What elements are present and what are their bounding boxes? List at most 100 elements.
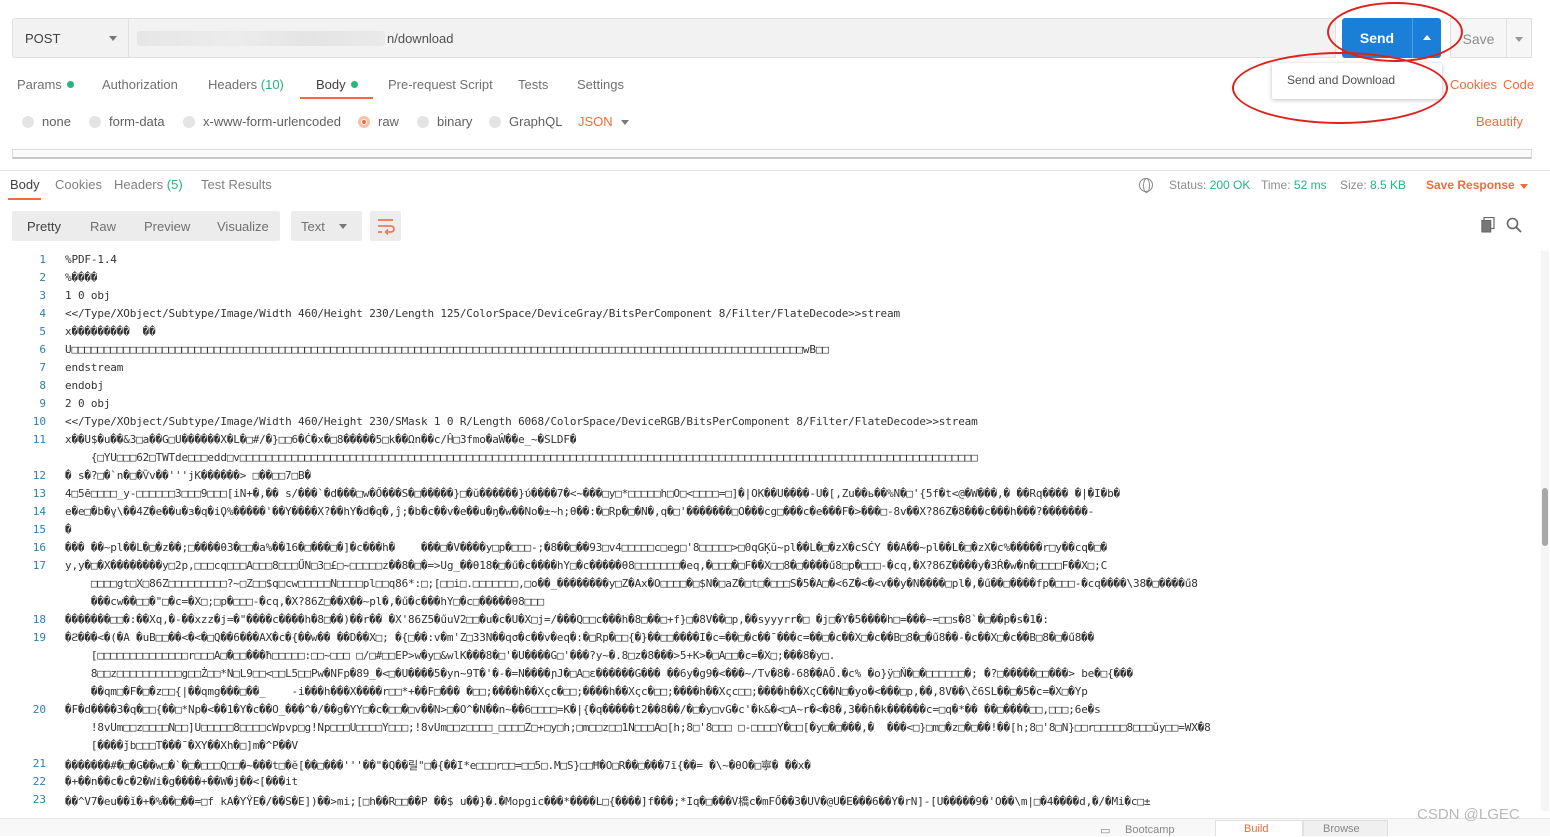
copy-icon[interactable] xyxy=(1481,217,1495,233)
code-line: 8□□z□□□□□□□□□□g□□Ż□□*N□L9□□<□□L5□□Pw�NFp… xyxy=(65,667,1133,680)
response-tab-headers[interactable]: Headers (5) xyxy=(114,177,183,192)
wrap-lines-button[interactable] xyxy=(370,211,401,241)
code-line: endstream xyxy=(65,361,124,374)
radio-binary[interactable]: binary xyxy=(417,114,472,129)
line-number: 15 xyxy=(32,523,46,536)
line-number: 6 xyxy=(39,343,46,356)
code-line: {□YU□□□62□TWTde□□□edd□v□□□□□□□□□□□□□□□□□… xyxy=(65,451,978,464)
tab-pre-request-script[interactable]: Pre-request Script xyxy=(388,77,493,92)
response-body-code[interactable]: 1 %PDF-1.4 2 %���� 3 1 0 obj 4 <</Type/XObject/… xyxy=(0,251,1532,811)
line-number: 13 xyxy=(32,487,46,500)
method-select[interactable]: POST xyxy=(12,18,128,58)
radio-label: binary xyxy=(437,114,473,129)
view-preview-button[interactable]: Preview xyxy=(144,219,190,234)
radio-none[interactable]: none xyxy=(22,114,71,129)
send-options-button[interactable] xyxy=(1412,18,1441,58)
code-line: �F�d����3�q�□□{��□*Np�<��1�Y�c��O_���^�/… xyxy=(65,703,1101,716)
globe-icon[interactable] xyxy=(1139,178,1153,193)
build-tab[interactable]: Build xyxy=(1215,820,1303,836)
radio-label: form-data xyxy=(109,114,165,129)
response-tab-body[interactable]: Body xyxy=(10,177,40,192)
response-tab-cookies[interactable]: Cookies xyxy=(55,177,102,192)
code-line: ��^V7�eu��ĭ�+�%��□��=□f kA�YŸE�/��S�E])�… xyxy=(65,795,1151,808)
view-visualize-button[interactable]: Visualize xyxy=(217,219,269,234)
tab-params[interactable]: Params xyxy=(17,77,74,92)
code-line: �ϩ���<�(�A �uB□□��<�<�□Q��6���AX�c�{��w�… xyxy=(65,631,1095,644)
browse-tab[interactable]: Browse xyxy=(1303,820,1388,836)
status-label: Status: xyxy=(1169,178,1207,192)
code-line: � s�?□�`n�□�Ѷv��'''jK������> □��□□7□B� xyxy=(65,469,311,482)
radio-raw[interactable]: raw xyxy=(358,114,399,129)
code-line: <</Type/XObject/Subtype/Image/Width 460/… xyxy=(65,415,978,428)
code-line: e�e□�b�̥v\��4Z�e��u�з�q�iϘ%�����'��Y����… xyxy=(65,505,1095,518)
radio-form-data[interactable]: form-data xyxy=(89,114,165,129)
tab-label: Body xyxy=(316,77,346,92)
size-label: Size: xyxy=(1340,178,1367,192)
code-line: %PDF-1.4 xyxy=(65,253,117,266)
redacted-url-part xyxy=(137,31,385,46)
line-number: 16 xyxy=(32,541,46,554)
panel-divider[interactable] xyxy=(0,170,1550,171)
tab-body[interactable]: Body xyxy=(316,77,358,92)
line-number: 4 xyxy=(39,307,46,320)
code-line: □□□□gt□X□86Z□□□□□□□□□?~□Z□□$q□cw□□□□□N□□… xyxy=(65,577,1198,590)
active-tab-indicator xyxy=(8,198,41,200)
radio-circle-icon xyxy=(183,116,195,128)
request-body-editor[interactable] xyxy=(12,149,1532,159)
wrap-lines-icon xyxy=(378,219,395,235)
send-button[interactable]: Send xyxy=(1342,18,1412,58)
view-raw-button[interactable]: Raw xyxy=(90,219,116,234)
cookies-link[interactable]: Cookies xyxy=(1450,77,1497,92)
tab-count: (5) xyxy=(166,177,183,192)
code-line: endobj xyxy=(65,379,104,392)
active-dot-icon xyxy=(66,81,74,88)
code-line: x��U$�u��&3□a��G□U������X�L�□#/�}□□6�Ć�x… xyxy=(65,433,577,446)
code-line: ���cw��□□�"□�c=�X□;□p�□□□-�cq,�X?86Z□��X… xyxy=(65,595,544,608)
search-icon[interactable] xyxy=(1506,217,1522,233)
radio-circle-icon xyxy=(417,116,429,128)
url-text: n/download xyxy=(387,31,454,46)
tab-tests[interactable]: Tests xyxy=(518,77,548,92)
response-format-select[interactable]: Text xyxy=(291,211,362,241)
save-response-button[interactable]: Save Response xyxy=(1426,178,1515,192)
raw-format-select[interactable]: JSON xyxy=(578,114,613,129)
code-line: � xyxy=(65,523,72,536)
bootcamp-link[interactable]: Bootcamp xyxy=(1125,824,1175,836)
request-bar: POST n/download Send Save xyxy=(12,18,1532,58)
line-number: 1 xyxy=(39,253,46,266)
scrollbar-thumb[interactable] xyxy=(1542,488,1548,546)
url-input[interactable]: n/download xyxy=(128,18,1336,58)
chevron-down-icon xyxy=(109,36,117,41)
radio-x-www-form-urlencoded[interactable]: x-www-form-urlencoded xyxy=(183,114,341,129)
chevron-down-icon xyxy=(1515,37,1523,42)
view-pretty-button[interactable]: Pretty xyxy=(27,219,61,234)
beautify-link[interactable]: Beautify xyxy=(1476,114,1523,129)
view-mode-group: Pretty Raw Preview Visualize xyxy=(12,211,280,241)
active-dot-icon xyxy=(350,81,358,88)
tab-label: Headers xyxy=(208,77,258,92)
tab-authorization[interactable]: Authorization xyxy=(102,77,178,92)
line-number: 2 xyxy=(39,271,46,284)
code-line: ��qm□�F�□�z□□{|��qmg���□��_ -i���h���X��… xyxy=(65,685,1088,698)
chevron-down-icon xyxy=(1520,184,1528,189)
code-link[interactable]: Code xyxy=(1503,77,1534,92)
line-number: 3 xyxy=(39,289,46,302)
code-line: y,y�□�X��������y□2p,□□□cq□□□A□□□8□□□ŰN□3… xyxy=(65,559,1108,572)
code-line: U□□□□□□□□□□□□□□□□□□□□□□□□□□□□□□□□□□□□□□□… xyxy=(65,343,829,356)
line-number: 19 xyxy=(32,631,46,644)
response-tab-test-results[interactable]: Test Results xyxy=(201,177,272,192)
save-button[interactable]: Save xyxy=(1450,18,1507,58)
save-options-button[interactable] xyxy=(1507,18,1532,58)
method-label: POST xyxy=(25,31,61,46)
line-number: 5 xyxy=(39,325,46,338)
code-line: �+��n��c�c�2�Wi�g����+��W�j��<[���it xyxy=(65,775,299,788)
active-tab-indicator xyxy=(300,97,373,99)
status-value: 200 OK xyxy=(1209,178,1251,192)
tab-settings[interactable]: Settings xyxy=(577,77,624,92)
send-and-download-item[interactable]: Send and Download xyxy=(1287,73,1395,87)
browse-label: Browse xyxy=(1323,823,1360,835)
radio-graphql[interactable]: GraphQL xyxy=(489,114,562,129)
tab-headers[interactable]: Headers (10) xyxy=(208,77,284,92)
watermark: CSDN @LGEC xyxy=(1417,806,1520,823)
line-number: 18 xyxy=(32,613,46,626)
